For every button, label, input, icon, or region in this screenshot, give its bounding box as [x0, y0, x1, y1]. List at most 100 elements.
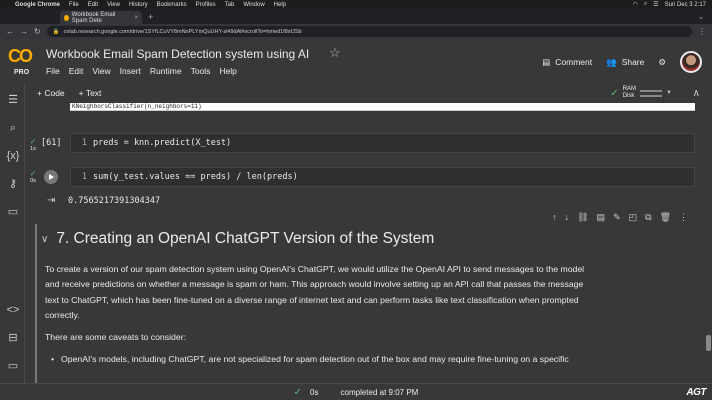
- execution-count: [61]: [41, 138, 62, 148]
- header-actions: ▤ Comment 👥 Share ⚙: [542, 51, 702, 73]
- control-center-icon[interactable]: ☰: [653, 1, 658, 8]
- colab-logo[interactable]: CO PRO: [8, 46, 38, 78]
- status-bar: ✓ 0s completed at 9:07 PM: [0, 383, 712, 400]
- files-folder-icon[interactable]: ▭: [6, 205, 20, 219]
- new-tab-icon[interactable]: +: [148, 12, 153, 22]
- delete-trash-icon[interactable]: 🗑: [660, 212, 671, 223]
- mac-menu-edit[interactable]: Edit: [88, 2, 98, 8]
- vertical-scrollbar[interactable]: [705, 103, 712, 383]
- cell-selection-bar: [35, 224, 37, 383]
- mac-menu-help[interactable]: Help: [274, 2, 286, 8]
- notebook-content: KNeighborsClassifier(n_neighbors=11) ✓ 1…: [25, 103, 705, 383]
- move-up-icon[interactable]: ↑: [552, 212, 557, 223]
- colab-menu-bar: File Edit View Insert Runtime Tools Help: [46, 66, 237, 76]
- menu-help[interactable]: Help: [219, 66, 236, 76]
- table-of-contents-icon[interactable]: ☰: [6, 93, 20, 107]
- wifi-icon[interactable]: ◠: [633, 1, 638, 8]
- mac-menu-history[interactable]: History: [129, 2, 148, 8]
- tab-close-icon[interactable]: ×: [134, 15, 138, 21]
- settings-gear-icon[interactable]: ⚙: [658, 57, 666, 68]
- clock[interactable]: Sun Dec 3 2:17: [665, 2, 706, 8]
- move-down-icon[interactable]: ↓: [565, 212, 570, 223]
- cell-run-status: ✓ 0s: [27, 169, 39, 184]
- share-button[interactable]: 👥 Share: [606, 57, 644, 68]
- comment-label: Comment: [555, 57, 593, 67]
- edit-pencil-icon[interactable]: ✎: [613, 212, 621, 223]
- cell-run-time: 1s: [30, 146, 36, 152]
- paragraph-caveats: There are some caveats to consider:: [45, 332, 186, 342]
- code-text[interactable]: preds = knn.predict(X_test): [93, 138, 231, 148]
- menu-file[interactable]: File: [46, 66, 60, 76]
- command-palette-icon[interactable]: ⊟: [6, 331, 20, 345]
- output-redirect-icon[interactable]: ⇥: [47, 195, 55, 206]
- browser-menu-icon[interactable]: ⋮: [698, 27, 706, 36]
- completed-status[interactable]: completed at 9:07 PM: [341, 388, 419, 397]
- terminal-icon[interactable]: ▭: [6, 359, 20, 373]
- mirror-cell-icon[interactable]: ◰: [629, 212, 638, 223]
- mac-menu-profiles[interactable]: Profiles: [196, 2, 216, 8]
- text-cell[interactable]: ∨ 7. Creating an OpenAI ChatGPT Version …: [35, 224, 695, 383]
- secrets-key-icon[interactable]: ⚷: [6, 177, 20, 191]
- list-item: OpenAI's models, including ChatGPT, are …: [51, 352, 691, 367]
- menu-runtime[interactable]: Runtime: [150, 66, 182, 76]
- menu-insert[interactable]: Insert: [120, 66, 141, 76]
- chevron-down-icon[interactable]: ▼: [666, 90, 672, 96]
- menu-tools[interactable]: Tools: [191, 66, 211, 76]
- star-icon[interactable]: ☆: [329, 45, 341, 61]
- share-label: Share: [621, 57, 645, 67]
- mac-menu-file[interactable]: File: [69, 2, 79, 8]
- browser-address-bar: ← → ↻ 🔒 colab.research.google.com/drive/…: [0, 24, 712, 39]
- collapse-header-icon[interactable]: ∧: [693, 88, 700, 99]
- watermark-logo: AGT: [686, 387, 706, 398]
- paragraph-line: text to ChatGPT, which has been fine-tun…: [45, 295, 579, 305]
- macos-menu-bar: Google Chrome File Edit View History Boo…: [0, 0, 712, 9]
- add-code-button[interactable]: + Code: [37, 88, 65, 98]
- colab-favicon-icon: [64, 14, 69, 21]
- resource-bars: [640, 89, 663, 97]
- app-name[interactable]: Google Chrome: [15, 2, 60, 8]
- variables-icon[interactable]: {x}: [6, 149, 20, 163]
- code-text[interactable]: sum(y_test.values == preds) / len(preds): [93, 172, 298, 182]
- line-number: 1: [81, 172, 87, 182]
- line-number: 1: [81, 138, 87, 148]
- menu-edit[interactable]: Edit: [69, 66, 84, 76]
- search-icon[interactable]: ⌕: [644, 1, 647, 8]
- copy-icon[interactable]: ⧉: [645, 212, 651, 223]
- add-text-button[interactable]: + Text: [79, 88, 102, 98]
- mac-menu-bookmarks[interactable]: Bookmarks: [157, 2, 187, 8]
- collapse-chevron-icon[interactable]: ∨: [41, 234, 48, 245]
- tab-title: Workbook Email Spam Dete: [71, 11, 116, 24]
- forward-icon[interactable]: →: [20, 27, 28, 36]
- run-cell-play-icon[interactable]: [44, 170, 58, 184]
- colab-header: CO PRO Workbook Email Spam Detection sys…: [0, 39, 712, 83]
- link-icon[interactable]: ⛓: [577, 212, 588, 223]
- more-options-icon[interactable]: ⋮: [679, 212, 688, 223]
- code-snippets-icon[interactable]: <>: [6, 303, 20, 317]
- check-icon: ✓: [29, 169, 37, 178]
- previous-cell-output: KNeighborsClassifier(n_neighbors=11): [70, 103, 695, 111]
- url-field[interactable]: 🔒 colab.research.google.com/drive/1SYfLC…: [46, 26, 692, 37]
- ram-label: RAM: [622, 86, 637, 92]
- tab-search-icon[interactable]: ⌄: [698, 13, 704, 21]
- menu-view[interactable]: View: [92, 66, 110, 76]
- lock-icon: 🔒: [52, 28, 60, 35]
- comment-icon[interactable]: ▤: [597, 212, 606, 223]
- browser-tab[interactable]: Workbook Email Spam Dete ×: [60, 11, 142, 24]
- notebook-title[interactable]: Workbook Email Spam Detection system usi…: [46, 47, 309, 61]
- share-people-icon: 👥: [606, 56, 617, 67]
- reload-icon[interactable]: ↻: [34, 27, 41, 36]
- avatar[interactable]: [680, 51, 702, 73]
- code-cell[interactable]: 1 preds = knn.predict(X_test): [70, 133, 695, 153]
- scrollbar-thumb[interactable]: [706, 335, 711, 351]
- mac-menu-view[interactable]: View: [107, 2, 120, 8]
- resource-monitor[interactable]: ✓ RAM Disk ▼: [610, 86, 672, 100]
- code-cell[interactable]: 1 sum(y_test.values == preds) / len(pred…: [70, 167, 695, 187]
- comment-button[interactable]: ▤ Comment: [542, 57, 592, 68]
- section-heading: 7. Creating an OpenAI ChatGPT Version of…: [56, 230, 435, 247]
- mac-menu-window[interactable]: Window: [243, 2, 264, 8]
- paragraph-line: correctly.: [45, 310, 80, 320]
- mac-menu-tab[interactable]: Tab: [225, 2, 235, 8]
- colab-logo-icon: CO: [8, 46, 33, 66]
- back-icon[interactable]: ←: [6, 27, 14, 36]
- search-icon[interactable]: ⌕: [6, 121, 20, 135]
